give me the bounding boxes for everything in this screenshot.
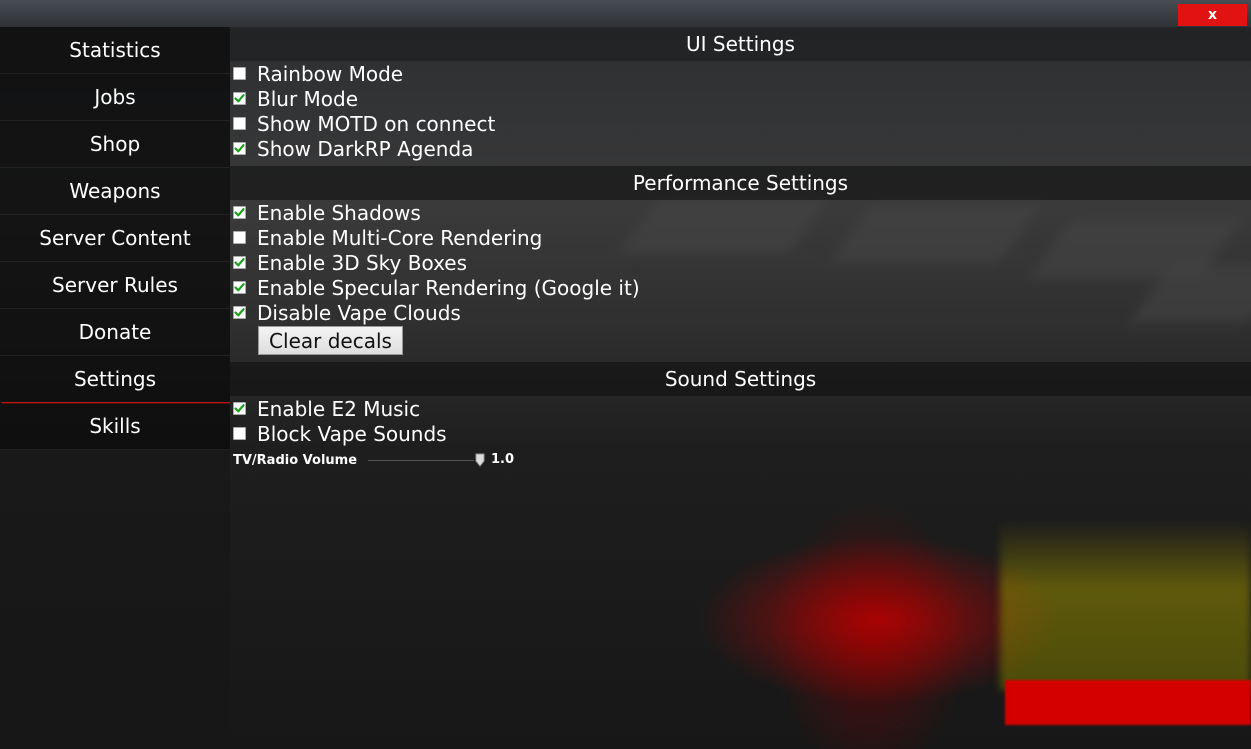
option-block-vape-sounds[interactable]: Block Vape Sounds [232, 421, 1251, 446]
section-title-performance-settings: Performance Settings [230, 166, 1251, 200]
sidebar-item-skills[interactable]: Skills [0, 403, 230, 450]
option-label: Disable Vape Clouds [257, 300, 461, 325]
checkmark-icon [234, 308, 245, 317]
checkmark-icon [234, 404, 245, 413]
slider-knob-icon[interactable] [475, 452, 485, 467]
sidebar-item-weapons[interactable]: Weapons [0, 168, 230, 215]
option-label: Show DarkRP Agenda [257, 136, 474, 161]
section-title-sound-settings: Sound Settings [230, 362, 1251, 396]
checkbox-checked[interactable] [233, 256, 246, 269]
checkbox[interactable] [233, 117, 246, 130]
checkbox-checked[interactable] [233, 206, 246, 219]
option-disable-vape-clouds[interactable]: Disable Vape Clouds [232, 300, 1251, 325]
option-multi-core-rendering[interactable]: Enable Multi-Core Rendering [232, 225, 1251, 250]
clear-decals-button[interactable]: Clear decals [258, 326, 403, 355]
checkbox[interactable] [233, 231, 246, 244]
option-label: Enable Shadows [257, 200, 421, 225]
checkbox[interactable] [233, 67, 246, 80]
option-label: Rainbow Mode [257, 61, 404, 86]
checkbox-checked[interactable] [233, 281, 246, 294]
close-button[interactable]: x [1178, 4, 1247, 26]
checkbox-checked[interactable] [233, 92, 246, 105]
option-label: Enable Multi-Core Rendering [257, 225, 543, 250]
checkmark-icon [234, 94, 245, 103]
slider-label: TV/Radio Volume [233, 452, 358, 468]
option-label: Enable 3D Sky Boxes [257, 250, 468, 275]
sidebar-item-statistics[interactable]: Statistics [0, 27, 230, 74]
checkmark-icon [234, 144, 245, 153]
ui-settings-options: Rainbow Mode Blur Mode Show MOTD on conn… [230, 61, 1251, 161]
sidebar: Statistics Jobs Shop Weapons Server Cont… [0, 27, 230, 749]
sidebar-item-settings[interactable]: Settings [0, 356, 230, 404]
checkbox-checked[interactable] [233, 402, 246, 415]
sound-settings-options: Enable E2 Music Block Vape Sounds TV/Rad… [230, 396, 1251, 474]
option-enable-e2-music[interactable]: Enable E2 Music [232, 396, 1251, 421]
performance-settings-options: Enable Shadows Enable Multi-Core Renderi… [230, 200, 1251, 355]
settings-panel: UI Settings Rainbow Mode Blur Mode Show … [230, 27, 1251, 749]
checkbox-checked[interactable] [233, 306, 246, 319]
option-blur-mode[interactable]: Blur Mode [232, 86, 1251, 111]
option-label: Show MOTD on connect [257, 111, 496, 136]
option-enable-shadows[interactable]: Enable Shadows [232, 200, 1251, 225]
slider-track[interactable] [368, 460, 474, 461]
sidebar-item-jobs[interactable]: Jobs [0, 74, 230, 121]
checkmark-icon [234, 208, 245, 217]
sidebar-item-server-content[interactable]: Server Content [0, 215, 230, 262]
option-3d-sky-boxes[interactable]: Enable 3D Sky Boxes [232, 250, 1251, 275]
option-show-darkrp-agenda[interactable]: Show DarkRP Agenda [232, 136, 1251, 161]
tv-radio-volume-slider: TV/Radio Volume 1.0 [232, 446, 1251, 474]
checkmark-icon [234, 258, 245, 267]
slider-value: 1.0 [491, 452, 515, 467]
sidebar-item-server-rules[interactable]: Server Rules [0, 262, 230, 309]
option-rainbow-mode[interactable]: Rainbow Mode [232, 61, 1251, 86]
background-top-glow [0, 0, 1251, 30]
checkmark-icon [234, 283, 245, 292]
option-specular-rendering[interactable]: Enable Specular Rendering (Google it) [232, 275, 1251, 300]
sidebar-item-shop[interactable]: Shop [0, 121, 230, 168]
option-show-motd[interactable]: Show MOTD on connect [232, 111, 1251, 136]
sidebar-empty-area [0, 450, 230, 749]
option-label: Blur Mode [257, 86, 359, 111]
checkbox-checked[interactable] [233, 142, 246, 155]
sidebar-item-donate[interactable]: Donate [0, 309, 230, 356]
option-label: Enable Specular Rendering (Google it) [257, 275, 640, 300]
checkbox[interactable] [233, 427, 246, 440]
option-label: Enable E2 Music [257, 396, 421, 421]
option-label: Block Vape Sounds [257, 421, 447, 446]
section-title-ui-settings: UI Settings [230, 27, 1251, 61]
